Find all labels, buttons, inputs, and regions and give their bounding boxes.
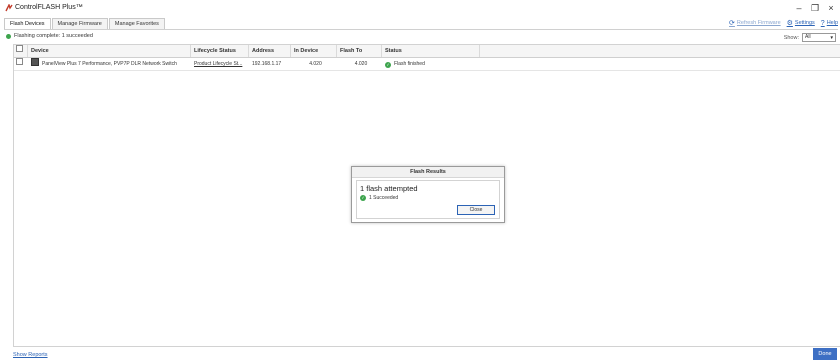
dialog-heading: 1 flash attempted bbox=[360, 184, 418, 193]
col-in-device[interactable]: In Device bbox=[291, 45, 337, 57]
toolbar-links: ⟳ Refresh Firmware ⚙ Settings ? Help bbox=[723, 18, 838, 28]
col-address[interactable]: Address bbox=[249, 45, 291, 57]
success-dot-icon bbox=[6, 33, 11, 39]
maximize-button[interactable]: ❐ bbox=[808, 2, 822, 14]
help-link[interactable]: ? Help bbox=[821, 20, 838, 27]
check-circle-icon: ✓ bbox=[385, 62, 391, 68]
show-filter-label: Show: bbox=[783, 34, 799, 41]
tab-manage-favorites[interactable]: Manage Favorites bbox=[108, 18, 165, 29]
col-flash-to[interactable]: Flash To bbox=[337, 45, 382, 57]
app-title: ControlFLASH Plus™ bbox=[15, 4, 83, 11]
col-status[interactable]: Status bbox=[382, 45, 480, 57]
refresh-firmware-label: Refresh Firmware bbox=[736, 20, 781, 26]
minimize-button[interactable]: – bbox=[792, 2, 806, 14]
settings-label: Settings bbox=[794, 20, 815, 26]
tab-manage-firmware[interactable]: Manage Firmware bbox=[51, 18, 108, 29]
select-all-checkbox[interactable] bbox=[14, 45, 28, 57]
show-filter: Show: All ▼ bbox=[784, 33, 836, 42]
show-filter-select[interactable]: All ▼ bbox=[802, 33, 836, 42]
dialog-body: 1 flash attempted ✓ 1 Succeeded Close bbox=[356, 180, 500, 219]
flash-results-dialog: Flash Results 1 flash attempted ✓ 1 Succ… bbox=[351, 166, 505, 223]
chevron-down-icon: ▼ bbox=[829, 35, 834, 40]
dialog-close-button[interactable]: Close bbox=[457, 205, 495, 215]
check-circle-icon: ✓ bbox=[360, 195, 366, 201]
device-icon bbox=[31, 58, 39, 66]
tab-divider bbox=[4, 29, 838, 30]
device-cell: PanelView Plus 7 Performance, PVP7P DLR … bbox=[28, 58, 191, 70]
in-device-cell: 4.020 bbox=[309, 61, 322, 67]
dialog-title: Flash Results bbox=[352, 167, 504, 178]
lifecycle-status-link[interactable]: Product Lifecycle St... bbox=[191, 58, 249, 70]
col-device[interactable]: Device bbox=[28, 45, 191, 57]
gear-icon: ⚙ bbox=[786, 20, 793, 27]
settings-link[interactable]: ⚙ Settings bbox=[787, 19, 815, 27]
show-filter-value: All bbox=[805, 34, 811, 40]
table-header: Device Lifecycle Status Address In Devic… bbox=[14, 45, 840, 58]
question-icon: ? bbox=[820, 19, 825, 27]
close-button[interactable]: × bbox=[824, 2, 838, 14]
device-name: PanelView Plus 7 Performance, PVP7P DLR … bbox=[42, 61, 177, 67]
address-cell: 192.168.1.17 bbox=[252, 61, 282, 67]
refresh-icon: ⟳ bbox=[729, 20, 735, 27]
status-text: Flash finished bbox=[394, 61, 425, 67]
dialog-result: ✓ 1 Succeeded bbox=[360, 195, 398, 201]
done-button[interactable]: Done bbox=[813, 348, 837, 360]
row-checkbox[interactable] bbox=[14, 58, 28, 70]
table-row[interactable]: PanelView Plus 7 Performance, PVP7P DLR … bbox=[14, 58, 840, 71]
refresh-firmware-link[interactable]: ⟳ Refresh Firmware bbox=[729, 19, 781, 27]
tab-flash-devices[interactable]: Flash Devices bbox=[4, 18, 51, 29]
help-label: Help bbox=[826, 20, 838, 26]
flash-status-text: Flashing complete: 1 succeeded bbox=[14, 33, 93, 39]
col-lifecycle-status[interactable]: Lifecycle Status bbox=[191, 45, 249, 57]
tab-bar: Flash Devices Manage Firmware Manage Fav… bbox=[4, 18, 166, 29]
dialog-result-text: 1 Succeeded bbox=[369, 195, 399, 201]
status-cell: ✓ Flash finished bbox=[382, 58, 480, 70]
flash-status: Flashing complete: 1 succeeded bbox=[6, 33, 93, 39]
title-bar: ControlFLASH Plus™ – ❐ × bbox=[0, 0, 840, 17]
flash-to-cell: 4.020 bbox=[354, 61, 368, 67]
show-reports-link[interactable]: Show Reports bbox=[13, 352, 48, 358]
app-logo-icon bbox=[5, 4, 13, 12]
